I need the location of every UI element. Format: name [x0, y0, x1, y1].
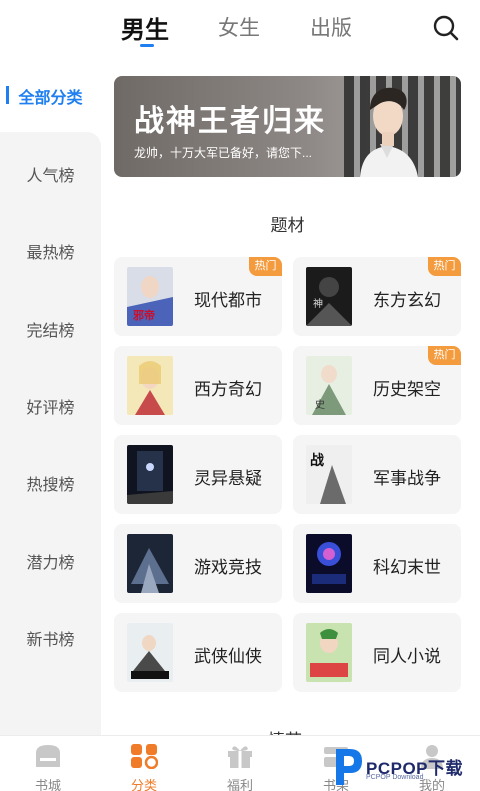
book-cover-image	[127, 534, 173, 593]
nav-label: 分类	[130, 778, 157, 791]
sidebar-item-popular[interactable]: 人气榜	[0, 162, 101, 186]
svg-text:战: 战	[310, 452, 324, 468]
genre-label: 灵异悬疑	[194, 469, 262, 488]
book-cover-image: 史	[306, 356, 352, 415]
watermark-logo: PCPOP下载 PCPOP Download	[330, 745, 480, 789]
sidebar-item-hottest[interactable]: 最热榜	[0, 239, 101, 263]
genre-label: 科幻末世	[373, 558, 441, 577]
genre-label: 军事战争	[373, 469, 441, 488]
active-tab-indicator	[140, 44, 154, 47]
genre-label: 同人小说	[373, 647, 441, 666]
category-icon	[131, 744, 158, 769]
book-cover-image	[127, 356, 173, 415]
genre-card-western-fantasy[interactable]: 西方奇幻	[114, 346, 282, 425]
book-cover-image	[127, 445, 173, 504]
genre-card-supernatural[interactable]: 灵异悬疑	[114, 435, 282, 514]
genre-card-wuxia[interactable]: 武侠仙侠	[114, 613, 282, 692]
book-cover-image	[306, 534, 352, 593]
sidebar-item-all[interactable]: 全部分类	[0, 84, 101, 108]
genre-card-scifi[interactable]: 科幻末世	[293, 524, 461, 603]
svg-text:史: 史	[315, 399, 325, 411]
banner-character-image	[360, 87, 418, 177]
genre-card-gaming[interactable]: 游戏竞技	[114, 524, 282, 603]
nav-category[interactable]: 分类	[96, 736, 192, 791]
nav-welfare[interactable]: 福利	[192, 736, 288, 791]
genre-card-modern-city[interactable]: 邪帝 现代都市 热门	[114, 257, 282, 336]
genre-label: 现代都市	[194, 291, 262, 310]
book-cover-image: 战	[306, 445, 352, 504]
sidebar-item-new[interactable]: 新书榜	[0, 626, 101, 650]
watermark-p-icon	[336, 749, 362, 785]
hot-badge: 热门	[428, 346, 461, 365]
hot-badge: 热门	[249, 257, 282, 276]
book-cover-image	[127, 623, 173, 682]
svg-text:邪帝: 邪帝	[132, 308, 155, 322]
section-title-genre: 题材	[270, 216, 305, 235]
top-tab-bar: 男生 女生 出版	[0, 0, 480, 56]
banner-subtitle: 龙帅，十万大军已备好，请您下...	[134, 146, 313, 160]
sidebar-item-completed[interactable]: 完结榜	[0, 317, 101, 341]
hot-badge: 热门	[428, 257, 461, 276]
svg-text:神: 神	[313, 297, 323, 310]
nav-label: 书城	[34, 778, 61, 791]
book-cover-image: 神	[306, 267, 352, 326]
tab-male[interactable]: 男生	[121, 10, 169, 45]
genre-label: 游戏竞技	[194, 558, 262, 577]
sidebar-item-potential[interactable]: 潜力榜	[0, 549, 101, 573]
category-sidebar: 全部分类 人气榜 最热榜 完结榜 好评榜 热搜榜 潜力榜 新书榜	[0, 56, 101, 736]
tab-publish[interactable]: 出版	[310, 12, 352, 42]
promo-banner[interactable]: 战神王者归来 龙帅，十万大军已备好，请您下...	[114, 76, 461, 177]
gift-icon	[228, 746, 252, 768]
genre-card-military[interactable]: 战 军事战争	[293, 435, 461, 514]
nav-bookstore[interactable]: 书城	[0, 736, 96, 791]
book-cover-image	[306, 623, 352, 682]
genre-label: 武侠仙侠	[194, 647, 262, 666]
sidebar-item-rated[interactable]: 好评榜	[0, 394, 101, 418]
tab-female[interactable]: 女生	[218, 12, 260, 42]
genre-label: 东方玄幻	[373, 291, 441, 310]
book-cover-image: 邪帝	[127, 267, 173, 326]
genre-label: 西方奇幻	[194, 380, 262, 399]
watermark-subtext: PCPOP Download	[366, 774, 424, 781]
store-icon	[36, 745, 60, 767]
search-icon[interactable]	[432, 14, 460, 42]
nav-label: 福利	[226, 778, 253, 791]
genre-card-fanfiction[interactable]: 同人小说	[293, 613, 461, 692]
genre-label: 历史架空	[373, 380, 441, 399]
banner-title: 战神王者归来	[134, 105, 326, 138]
sidebar-item-search-hot[interactable]: 热搜榜	[0, 471, 101, 495]
genre-card-eastern-fantasy[interactable]: 神 东方玄幻 热门	[293, 257, 461, 336]
genre-card-alt-history[interactable]: 史 历史架空 热门	[293, 346, 461, 425]
